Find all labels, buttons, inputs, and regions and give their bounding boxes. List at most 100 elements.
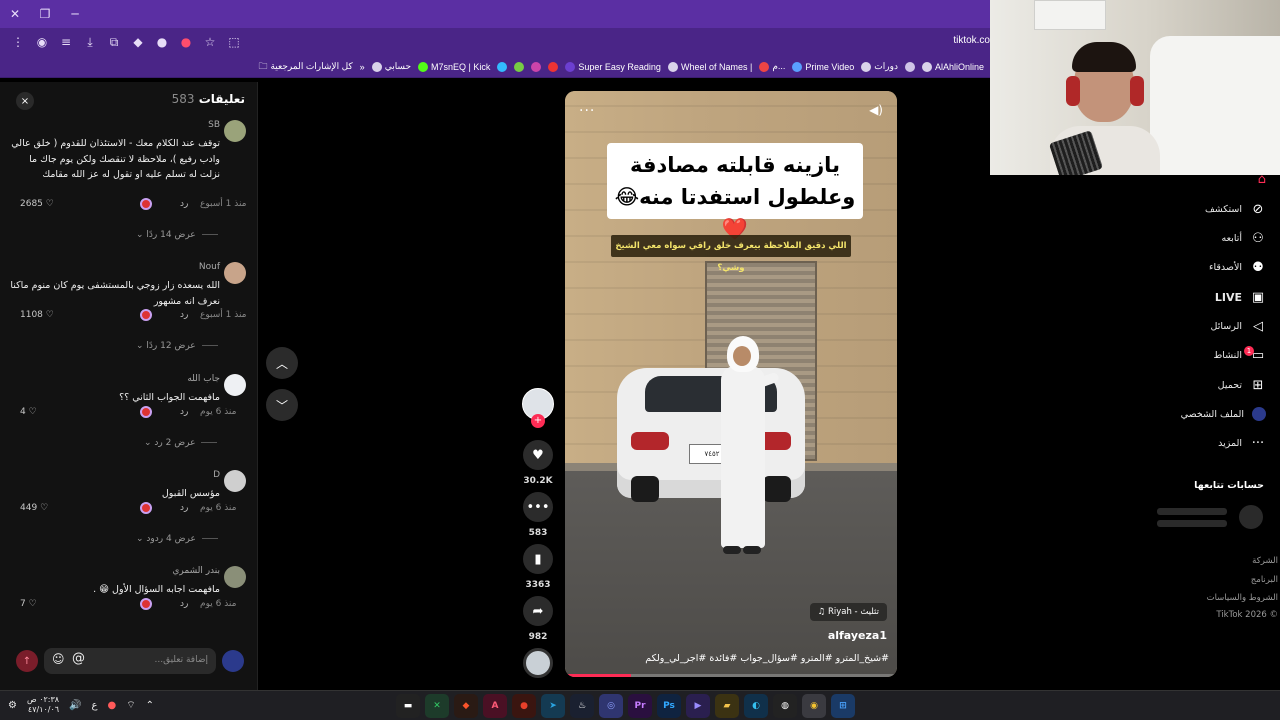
bookmark-item[interactable]: AlAhliOnline [921,61,984,72]
comment-username[interactable]: SB [208,120,220,130]
extension-icon[interactable]: ◉ [30,31,54,53]
avatar[interactable] [224,566,246,588]
emoji-icon[interactable]: ☺ [52,652,65,666]
app-windows-icon[interactable]: ⊞ [831,694,855,718]
screenshot-icon[interactable]: ⬚ [222,31,246,53]
microphone-icon[interactable]: ● [108,700,117,711]
like-button[interactable]: ♥ [523,440,553,470]
view-replies-button[interactable]: ⌄ عرض 14 ردًا [136,230,218,240]
extension3-icon[interactable]: ● [150,31,174,53]
bookmark-item[interactable]: م... [759,61,785,72]
extension2-icon[interactable]: ◆ [126,31,150,53]
previous-video-button[interactable]: ︿ [266,347,298,379]
bookmark-item[interactable]: دورات [861,61,898,72]
home-icon[interactable]: ⌂ [1258,172,1266,187]
sidebar-item-upload[interactable]: ⊞ تحميل [1218,378,1266,393]
footer-link-company[interactable]: الشركة [1252,556,1278,566]
app-edge-icon[interactable]: ◐ [744,694,768,718]
share-button[interactable]: ➦ [523,596,553,626]
wifi-icon[interactable]: ⌔ [126,699,135,712]
address-bar[interactable]: tiktok.co [953,35,990,46]
comment-button[interactable]: ••• [523,492,553,522]
music-tag[interactable]: تثليث - Riyah ♫ [809,603,887,621]
chevron-up-icon[interactable]: ⌃ [146,700,154,711]
send-comment-button[interactable]: ↑ [16,650,38,672]
avatar[interactable] [224,262,246,284]
bookmark-item[interactable]: M7snEQ | Kick [418,61,490,72]
footer-link-terms[interactable]: الشروط والسياسات [1207,593,1278,603]
comment-like-button[interactable]: 7 ♡ [20,599,37,609]
language-indicator[interactable]: ع [92,700,98,711]
app-chrome-icon[interactable]: ◉ [802,694,826,718]
all-bookmarks-folder[interactable]: 🗀 كل الإشارات المرجعية [258,59,352,75]
avatar[interactable] [224,374,246,396]
app-brave-icon[interactable]: ◆ [454,694,478,718]
comment-like-button[interactable]: 4 ♡ [20,407,37,417]
sidebar-item-friends[interactable]: ⚉ الأصدقاء [1209,260,1266,275]
bookmark-item[interactable]: Super Easy Reading [565,61,661,72]
app-video-icon[interactable]: ▶ [686,694,710,718]
app-affinity-icon[interactable]: A [483,694,507,718]
menu-dots-icon[interactable]: ⋮ [6,31,30,53]
comment-username[interactable]: Nouf [199,262,220,272]
bookmark-item[interactable] [531,61,542,72]
sidebar-item-explore[interactable]: ⊘ استكشف [1205,202,1266,217]
more-options-icon[interactable]: ··· [579,103,595,119]
sidebar-item-profile[interactable]: الملف الشخصي [1181,407,1266,421]
reply-button[interactable]: رد [180,310,188,320]
bookmark-item[interactable] [904,61,915,72]
comment-like-button[interactable]: 2685 ♡ [20,199,54,209]
app-obs-icon[interactable]: ◍ [773,694,797,718]
volume-icon[interactable]: 🔊 [69,700,81,711]
app-steam-icon[interactable]: ♨ [570,694,594,718]
bookmark-item[interactable] [497,61,508,72]
sidebar-item-more[interactable]: ··· المزيد [1218,436,1266,451]
app-terminal-icon[interactable]: ▬ [396,694,420,718]
comment-username[interactable]: D [213,470,220,480]
reply-button[interactable]: رد [180,503,188,513]
comment-username[interactable]: بندر الشمري [172,566,220,576]
bookmark-star-icon[interactable]: ☆ [198,31,222,53]
next-video-button[interactable]: ﹀ [266,389,298,421]
bookmark-item[interactable] [514,61,525,72]
avatar[interactable] [224,470,246,492]
app-premiere-icon[interactable]: Pr [628,694,652,718]
app-telegram-icon[interactable]: ➤ [541,694,565,718]
reply-button[interactable]: رد [180,407,188,417]
comment-like-button[interactable]: 449 ♡ [20,503,48,513]
app-explorer-icon[interactable]: ▰ [715,694,739,718]
video-player[interactable]: ٧٤٥٢ يازينه قابلته مصادفة وعلطول استفدتا… [565,91,897,677]
comment-username[interactable]: جاب الله [187,374,220,384]
app-xbox-icon[interactable]: ✕ [425,694,449,718]
close-window-icon[interactable]: ✕ [0,0,30,28]
sidebar-item-activity[interactable]: ▭ النشاط [1213,348,1266,363]
download-icon[interactable]: ⤓ [78,31,102,53]
volume-icon[interactable]: ◀) [869,103,883,117]
sidebar-item-live[interactable]: ▣ LIVE [1215,290,1266,305]
sidebar-item-following[interactable]: ⚇ أتابعه [1222,231,1267,246]
comment-input[interactable]: ☺ @ إضافة تعليق... [44,648,216,674]
app-photoshop-icon[interactable]: Ps [657,694,681,718]
video-caption[interactable]: #شيخ_المترو #المترو #سؤال_جواب #فائدة #ا… [645,653,889,664]
extension4-icon[interactable]: ● [174,31,198,53]
bookmark-item[interactable]: Wheel of Names | [667,61,752,72]
bookmark-item[interactable]: Prime Video [792,61,854,72]
music-disc[interactable] [523,648,553,678]
bookmark-item[interactable]: حسابي [371,61,411,72]
close-comments-button[interactable]: × [16,92,34,110]
bookmark-item[interactable] [548,61,559,72]
restore-window-icon[interactable]: ❐ [30,0,60,28]
reply-button[interactable]: رد [180,599,188,609]
video-author[interactable]: alfayeza1 [828,629,887,642]
bookmarks-overflow-icon[interactable]: » [360,62,365,72]
minimize-window-icon[interactable]: ─ [60,0,90,28]
reply-button[interactable]: رد [180,199,188,209]
settings-icon[interactable]: ⚙ [8,700,17,711]
video-progress-bar[interactable] [565,674,897,677]
clock[interactable]: ٠٢:٣٨ ص ٤٧/١٠/٠٦ [27,695,59,715]
app-red-icon[interactable]: ● [512,694,536,718]
sidebar-item-messages[interactable]: ◁ الرسائل [1211,319,1266,334]
follow-plus-icon[interactable]: + [531,414,545,428]
save-button[interactable]: ▮ [523,544,553,574]
app-discord-icon[interactable]: ◎ [599,694,623,718]
